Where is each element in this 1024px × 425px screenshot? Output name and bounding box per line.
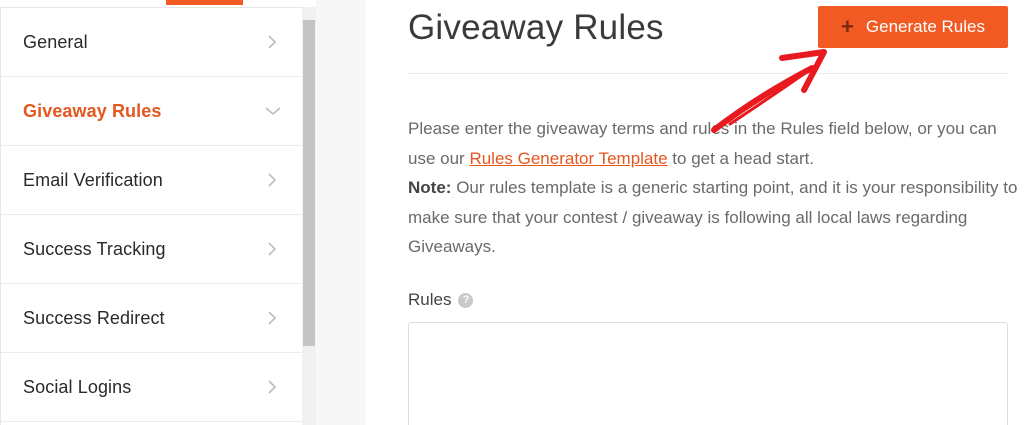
desc-text-suffix: to get a head start. [672, 148, 815, 168]
chevron-right-icon [265, 311, 279, 325]
sidebar-item-label: Success Redirect [23, 307, 165, 328]
sidebar-item-success-tracking[interactable]: Success Tracking [1, 215, 303, 284]
chevron-down-icon [265, 104, 281, 118]
sidebar-item-social-logins[interactable]: Social Logins [1, 353, 303, 422]
sidebar-item-label: Social Logins [23, 376, 132, 397]
main-content: Giveaway Rules + Generate Rules Please e… [366, 0, 1024, 425]
sidebar-item-label: General [23, 31, 88, 52]
app-page: General Giveaway Rules Email Verificatio… [0, 0, 1024, 425]
sidebar-item-general[interactable]: General [1, 8, 303, 77]
generate-rules-label: Generate Rules [865, 17, 985, 36]
plus-icon: + [841, 14, 854, 39]
sidebar-item-success-redirect[interactable]: Success Redirect [1, 284, 303, 353]
chevron-right-icon [265, 380, 279, 394]
sidebar-item-label: Giveaway Rules [23, 100, 162, 121]
rules-textarea[interactable] [408, 322, 1008, 425]
sidebar-item-email-verification[interactable]: Email Verification [1, 146, 303, 215]
page-title: Giveaway Rules [408, 8, 664, 47]
panel-gutter [316, 0, 366, 425]
rules-label-text: Rules [408, 290, 452, 309]
generate-rules-button[interactable]: + Generate Rules [818, 6, 1008, 48]
sidebar-item-label: Success Tracking [23, 238, 166, 259]
question-circle-icon[interactable]: ? [458, 292, 474, 308]
top-tab-active-indicator [166, 0, 243, 5]
sidebar-item-label: Email Verification [23, 169, 163, 190]
chevron-right-icon [265, 173, 279, 187]
sidebar-item-giveaway-rules[interactable]: Giveaway Rules [1, 77, 303, 146]
rules-description: Please enter the giveaway terms and rule… [408, 114, 1018, 262]
note-label: Note: [408, 178, 452, 197]
note-text: Our rules template is a generic starting… [408, 178, 1018, 256]
rules-field-label: Rules ? [408, 290, 474, 310]
sidebar-scrollbar-thumb[interactable] [303, 20, 315, 346]
title-divider [408, 73, 1008, 74]
chevron-right-icon [265, 242, 279, 256]
chevron-right-icon [265, 35, 279, 49]
rules-generator-template-link[interactable]: Rules Generator Template [469, 149, 667, 168]
settings-sidebar: General Giveaway Rules Email Verificatio… [0, 7, 303, 425]
